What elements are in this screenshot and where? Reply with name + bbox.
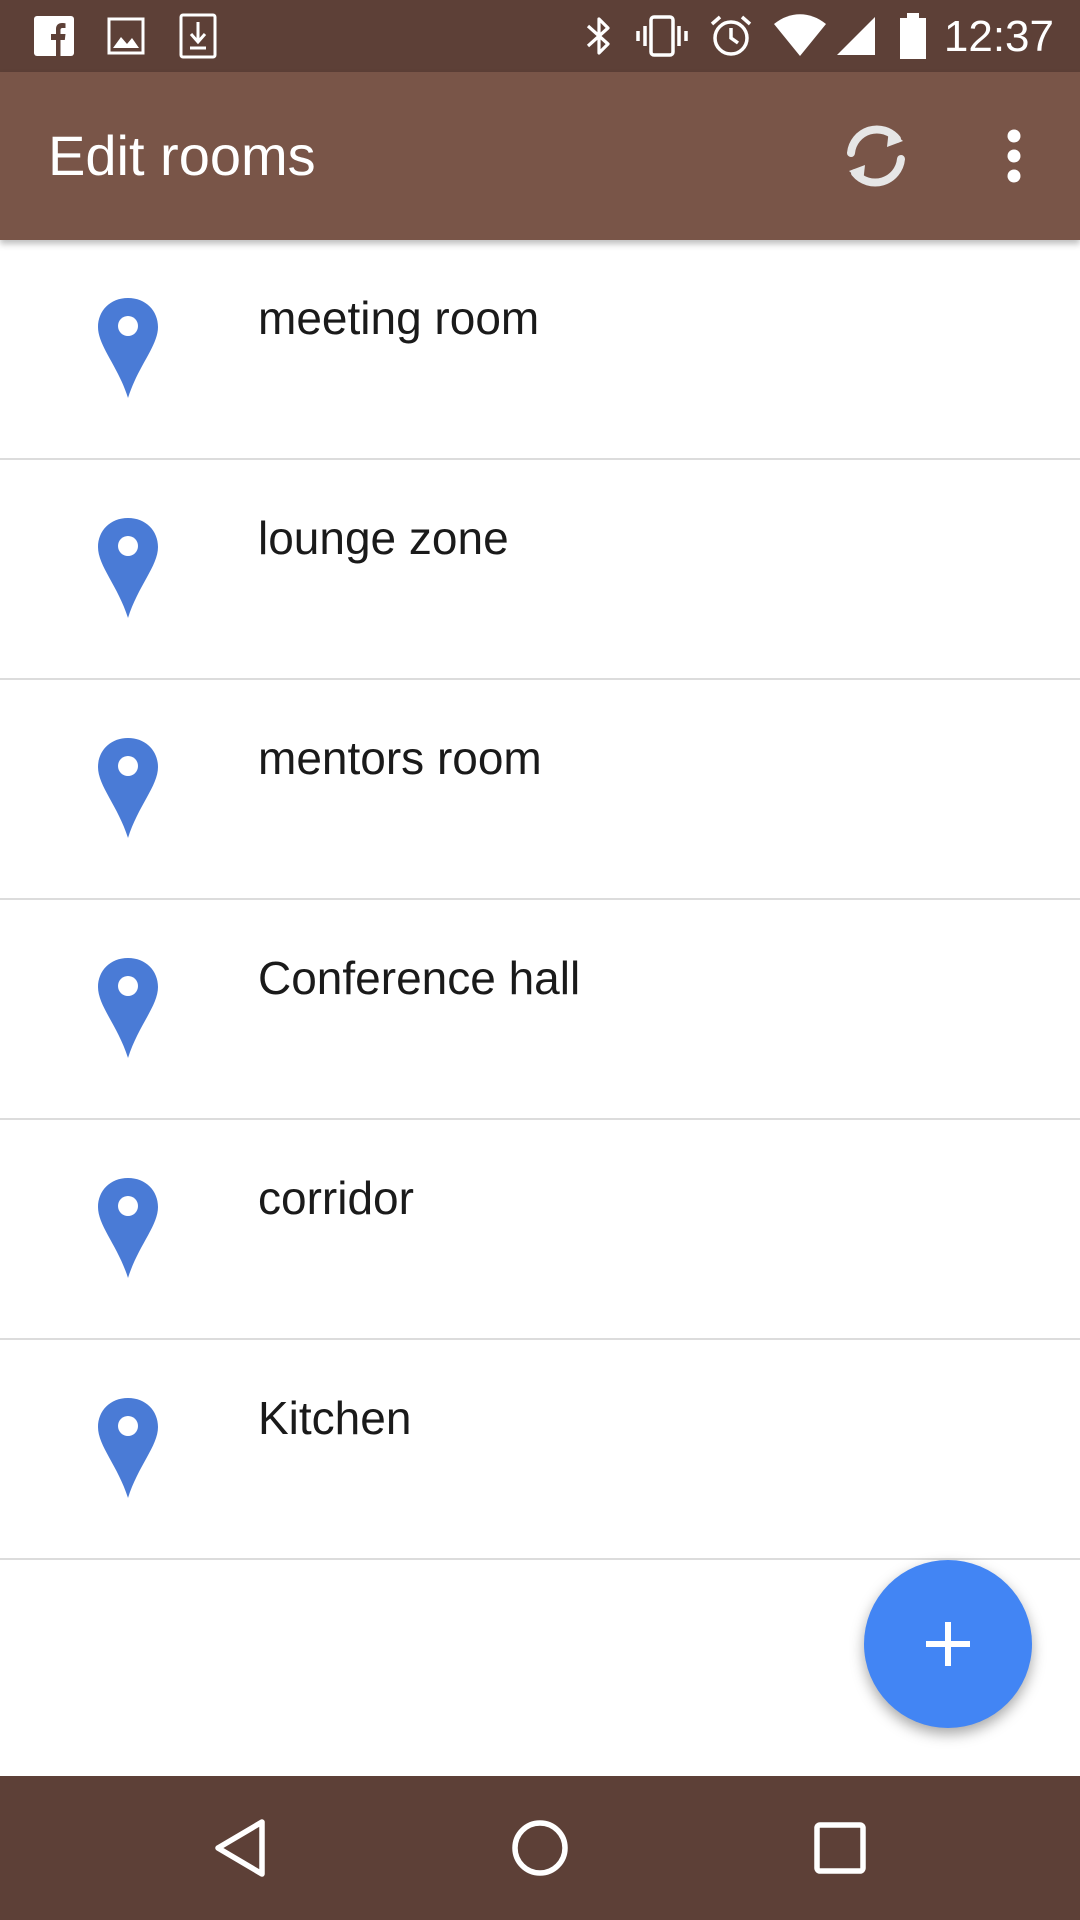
overflow-menu-icon xyxy=(1007,129,1021,183)
list-item[interactable]: meeting room xyxy=(0,240,1080,460)
location-pin-icon xyxy=(98,958,158,1058)
sync-button[interactable] xyxy=(826,72,926,240)
room-name: corridor xyxy=(258,1172,414,1224)
sync-icon xyxy=(847,125,905,187)
alarm-icon xyxy=(706,0,756,72)
room-name: mentors room xyxy=(258,732,542,784)
navigation-bar xyxy=(0,1776,1080,1920)
list-item[interactable]: Conference hall xyxy=(0,900,1080,1120)
home-button[interactable] xyxy=(460,1776,620,1920)
add-room-button[interactable] xyxy=(864,1560,1032,1728)
room-name: lounge zone xyxy=(258,512,509,564)
location-pin-icon xyxy=(98,518,158,618)
image-icon xyxy=(102,0,150,72)
app-bar: Edit rooms xyxy=(0,72,1080,240)
list-item[interactable]: Kitchen xyxy=(0,1340,1080,1560)
location-pin-icon xyxy=(98,1178,158,1278)
wifi-icon xyxy=(772,0,828,72)
list-item[interactable]: mentors room xyxy=(0,680,1080,900)
home-icon xyxy=(512,1820,568,1876)
location-pin-icon xyxy=(98,738,158,838)
room-name: meeting room xyxy=(258,292,540,344)
facebook-icon xyxy=(30,0,78,72)
battery-icon xyxy=(896,0,930,72)
room-list: meeting room lounge zone mentors room Co… xyxy=(0,240,1080,1560)
recents-icon xyxy=(814,1822,866,1874)
room-name: Conference hall xyxy=(258,952,581,1004)
status-time: 12:37 xyxy=(943,12,1054,61)
back-button[interactable] xyxy=(160,1776,320,1920)
location-pin-icon xyxy=(98,298,158,398)
screen: 12:37 Edit rooms meeting room lounge zon… xyxy=(0,0,1080,1920)
recents-button[interactable] xyxy=(760,1776,920,1920)
overflow-menu-button[interactable] xyxy=(984,72,1044,240)
room-name: Kitchen xyxy=(258,1392,412,1444)
location-pin-icon xyxy=(98,1398,158,1498)
download-icon xyxy=(174,0,222,72)
list-item[interactable]: lounge zone xyxy=(0,460,1080,680)
signal-icon xyxy=(834,0,878,72)
bluetooth-icon xyxy=(578,0,620,72)
status-bar: 12:37 xyxy=(0,0,1080,72)
list-item[interactable]: corridor xyxy=(0,1120,1080,1340)
back-icon xyxy=(215,1819,265,1877)
vibrate-icon xyxy=(634,0,690,72)
plus-icon xyxy=(926,1622,970,1666)
page-title: Edit rooms xyxy=(48,124,316,187)
